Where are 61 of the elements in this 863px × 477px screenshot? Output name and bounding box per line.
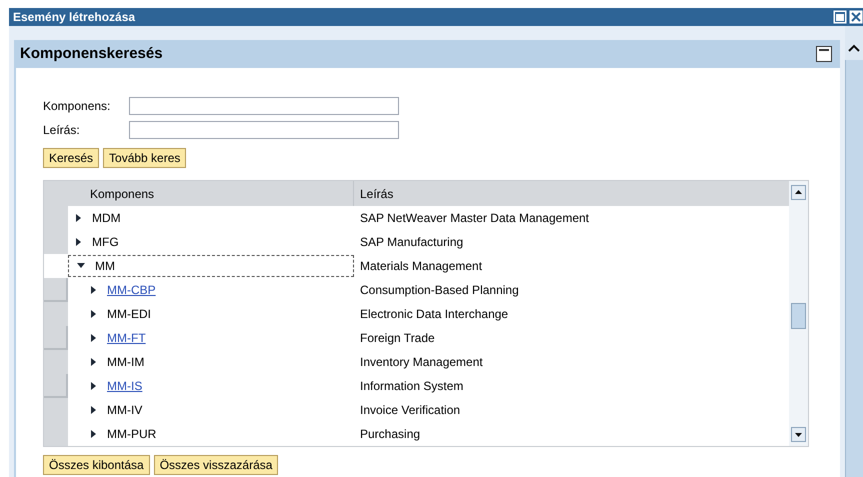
chevron-up-icon[interactable] bbox=[848, 44, 860, 52]
tree-cell[interactable]: MM-IS bbox=[68, 374, 354, 398]
table-scrollbar[interactable] bbox=[789, 181, 808, 446]
expand-arrow-icon[interactable] bbox=[91, 358, 97, 366]
component-name: MM bbox=[95, 258, 115, 275]
component-link[interactable]: MM-CBP bbox=[107, 281, 156, 299]
action-button[interactable]: Összes visszazárása bbox=[154, 455, 278, 475]
expand-arrow-icon[interactable] bbox=[91, 430, 97, 438]
expand-arrow-icon[interactable] bbox=[76, 238, 82, 246]
expand-arrow-icon[interactable] bbox=[91, 382, 97, 390]
panel-title: Komponenskeresés bbox=[20, 44, 164, 64]
maximize-icon[interactable] bbox=[833, 10, 847, 24]
collapse-arrow-icon[interactable] bbox=[77, 263, 85, 269]
scroll-up-icon[interactable] bbox=[791, 185, 806, 200]
description-cell-text: Materials Management bbox=[359, 258, 484, 275]
component-name: MM-PUR bbox=[107, 426, 156, 443]
component-name: MM-EDI bbox=[107, 306, 151, 323]
component-name: MM-IM bbox=[107, 354, 144, 371]
action-button[interactable]: Tovább keres bbox=[103, 148, 186, 168]
description-cell-text: Foreign Trade bbox=[359, 330, 436, 347]
tree-cell[interactable]: MM-CBP bbox=[68, 278, 354, 302]
scroll-thumb[interactable] bbox=[791, 303, 806, 329]
tree-cell[interactable]: MDM bbox=[68, 206, 354, 230]
field-label: Komponens: bbox=[43, 98, 112, 115]
description-cell-text: Electronic Data Interchange bbox=[359, 306, 510, 323]
close-icon[interactable] bbox=[849, 10, 863, 24]
column-header[interactable]: Leírás bbox=[354, 181, 790, 206]
description-cell-text: Inventory Management bbox=[359, 354, 484, 371]
expand-arrow-icon[interactable] bbox=[91, 286, 97, 294]
minimize-icon[interactable] bbox=[816, 46, 832, 62]
description-cell-text: Invoice Verification bbox=[359, 402, 462, 419]
description-cell-text: Purchasing bbox=[359, 426, 422, 443]
description-cell-text: Consumption-Based Planning bbox=[359, 282, 520, 299]
tree-cell[interactable]: MM-IV bbox=[68, 398, 354, 422]
component-name: MM-IV bbox=[107, 402, 142, 419]
outer-scrollbar[interactable] bbox=[845, 26, 863, 477]
tree-cell[interactable]: MM-EDI bbox=[68, 302, 354, 326]
tree-cell[interactable]: MM-PUR bbox=[68, 422, 354, 446]
input-field[interactable] bbox=[129, 121, 399, 139]
component-name: MDM bbox=[92, 210, 121, 227]
action-button[interactable]: Összes kibontása bbox=[43, 455, 150, 475]
component-name: MFG bbox=[92, 234, 119, 251]
component-link[interactable]: MM-IS bbox=[107, 377, 142, 395]
action-button[interactable]: Keresés bbox=[43, 148, 100, 168]
expand-arrow-icon[interactable] bbox=[91, 310, 97, 318]
expand-arrow-icon[interactable] bbox=[91, 334, 97, 342]
description-cell-text: SAP NetWeaver Master Data Management bbox=[359, 210, 590, 227]
window-title: Esemény létrehozása bbox=[13, 9, 136, 26]
tree-cell[interactable]: MFG bbox=[68, 230, 354, 254]
scroll-down-icon[interactable] bbox=[791, 427, 806, 442]
description-cell-text: SAP Manufacturing bbox=[359, 234, 464, 251]
description-cell-text: Information System bbox=[359, 378, 464, 395]
tree-cell[interactable]: MM bbox=[68, 255, 354, 277]
expand-arrow-icon[interactable] bbox=[76, 214, 82, 222]
column-header[interactable]: Komponens bbox=[68, 181, 354, 206]
tree-cell[interactable]: MM-IM bbox=[68, 350, 354, 374]
field-label: Leírás: bbox=[43, 122, 81, 139]
tree-cell[interactable]: MM-FT bbox=[68, 326, 354, 350]
component-link[interactable]: MM-FT bbox=[107, 329, 146, 347]
expand-arrow-icon[interactable] bbox=[91, 406, 97, 414]
input-field[interactable] bbox=[129, 97, 399, 115]
